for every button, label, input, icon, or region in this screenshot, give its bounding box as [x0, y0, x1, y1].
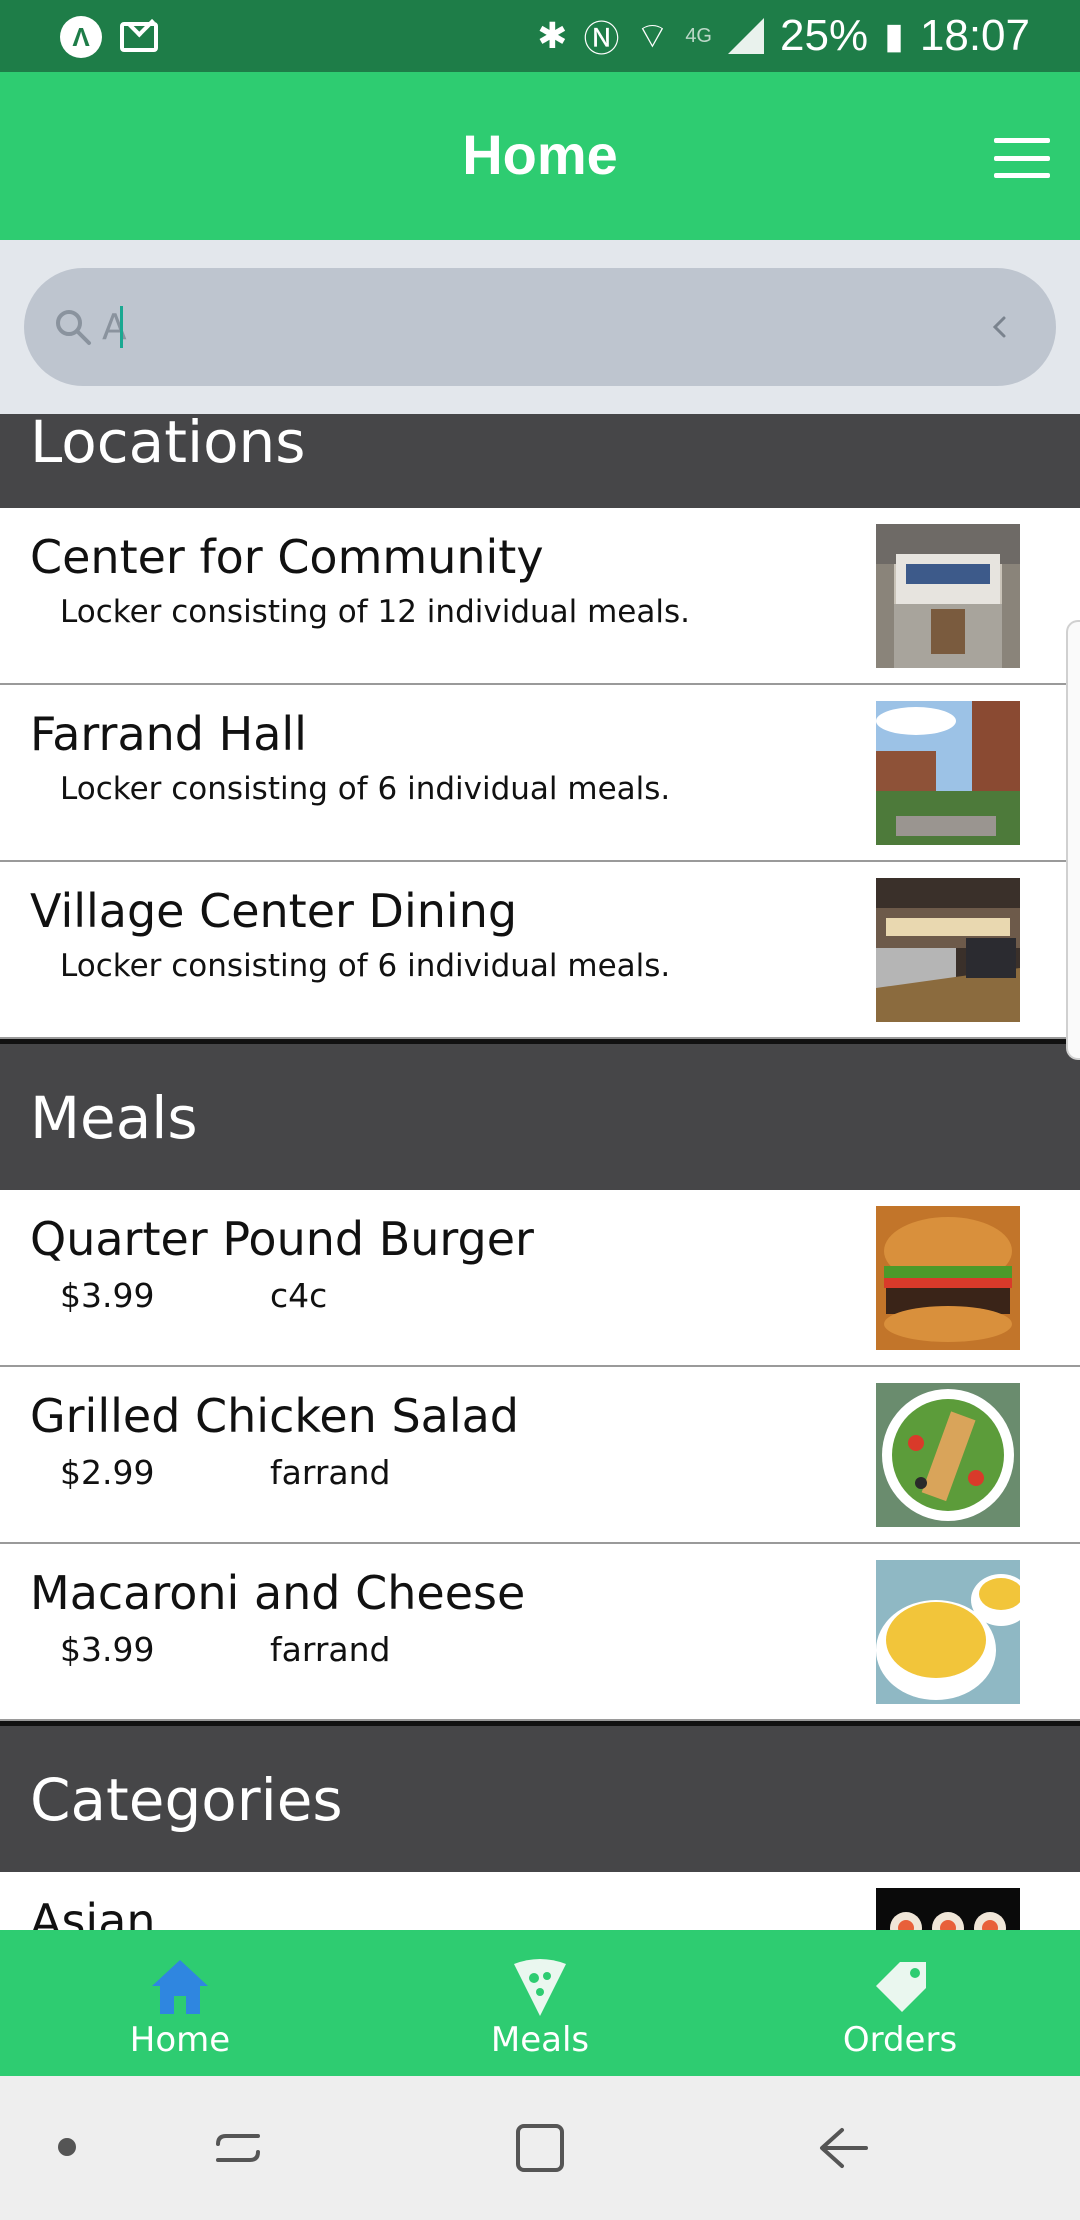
content-list[interactable]: Locations Center for Community Locker co…	[0, 414, 1080, 1930]
app-header: Home	[0, 72, 1080, 240]
meal-location: c4c	[270, 1276, 328, 1315]
meal-image	[876, 1206, 1020, 1350]
text-cursor	[120, 306, 123, 348]
meal-price: $2.99	[60, 1453, 155, 1492]
location-title: Center for Community	[30, 530, 544, 584]
back-icon[interactable]	[816, 2120, 872, 2176]
meal-price: $3.99	[60, 1276, 155, 1315]
scroll-handle[interactable]	[1066, 620, 1080, 1060]
nav-label: Home	[129, 2020, 231, 2060]
bottom-navigation: Home Meals Orders	[0, 1930, 1080, 2076]
network-type: 4G	[685, 24, 712, 47]
tag-icon	[876, 1962, 926, 2012]
location-item[interactable]: Center for Community Locker consisting o…	[0, 508, 1080, 685]
system-navigation-bar	[0, 2076, 1080, 2220]
meal-price: $3.99	[60, 1630, 155, 1669]
location-item[interactable]: Farrand Hall Locker consisting of 6 indi…	[0, 685, 1080, 862]
meal-item[interactable]: Grilled Chicken Salad $2.99 farrand	[0, 1367, 1080, 1544]
meal-image	[876, 1383, 1020, 1527]
category-item[interactable]: Asian	[0, 1872, 1080, 1930]
section-header-locations: Locations	[0, 414, 1080, 508]
pizza-icon	[514, 1959, 566, 2016]
meal-location: farrand	[270, 1630, 391, 1669]
nav-label: Orders	[842, 2020, 958, 2060]
meal-image	[876, 1560, 1020, 1704]
hamburger-menu-icon[interactable]	[994, 138, 1050, 178]
battery-percent: 25%	[780, 11, 869, 60]
app-notification-icon: Λ	[60, 16, 102, 58]
chevron-left-icon[interactable]	[984, 310, 1014, 344]
location-item[interactable]: Village Center Dining Locker consisting …	[0, 862, 1080, 1039]
bluetooth-icon: ✱	[537, 15, 568, 56]
search-icon	[56, 310, 91, 345]
location-subtitle: Locker consisting of 6 individual meals.	[60, 771, 671, 807]
mail-icon	[120, 22, 158, 52]
location-title: Village Center Dining	[30, 884, 518, 938]
location-title: Farrand Hall	[30, 707, 307, 761]
meal-item[interactable]: Macaroni and Cheese $3.99 farrand	[0, 1544, 1080, 1721]
home-icon	[152, 1960, 208, 2014]
dot-indicator-icon	[58, 2138, 76, 2156]
location-image	[876, 701, 1020, 845]
section-header-categories: Categories	[0, 1721, 1080, 1872]
meal-location: farrand	[270, 1453, 391, 1492]
meal-title: Macaroni and Cheese	[30, 1566, 526, 1620]
recent-apps-icon[interactable]	[210, 2120, 266, 2176]
nav-item-home[interactable]: Home	[0, 1930, 360, 2076]
page-title: Home	[462, 123, 618, 186]
section-header-meals: Meals	[0, 1039, 1080, 1190]
wifi-icon: ⌔	[635, 14, 670, 56]
search-container	[0, 240, 1080, 414]
search-input[interactable]	[102, 292, 962, 362]
location-image	[876, 878, 1020, 1022]
meal-item[interactable]: Quarter Pound Burger $3.99 c4c	[0, 1190, 1080, 1367]
nav-label: Meals	[490, 2020, 590, 2060]
signal-icon	[728, 18, 764, 54]
status-bar: Λ ✱ Ⓝ ⌔ 4G 25% ▮ 18:07	[0, 0, 1080, 72]
location-image	[876, 524, 1020, 668]
category-image	[876, 1888, 1020, 1930]
battery-icon: ▮	[884, 15, 904, 56]
location-subtitle: Locker consisting of 6 individual meals.	[60, 948, 671, 984]
meal-title: Quarter Pound Burger	[30, 1212, 534, 1266]
category-title: Asian	[30, 1894, 156, 1930]
nfc-icon: Ⓝ	[583, 18, 620, 59]
clock: 18:07	[919, 11, 1030, 60]
nav-item-orders[interactable]: Orders	[720, 1930, 1080, 2076]
nav-item-meals[interactable]: Meals	[360, 1930, 720, 2076]
home-button-icon[interactable]	[512, 2120, 568, 2176]
meal-title: Grilled Chicken Salad	[30, 1389, 519, 1443]
search-bar[interactable]	[24, 268, 1056, 386]
location-subtitle: Locker consisting of 12 individual meals…	[60, 594, 690, 630]
